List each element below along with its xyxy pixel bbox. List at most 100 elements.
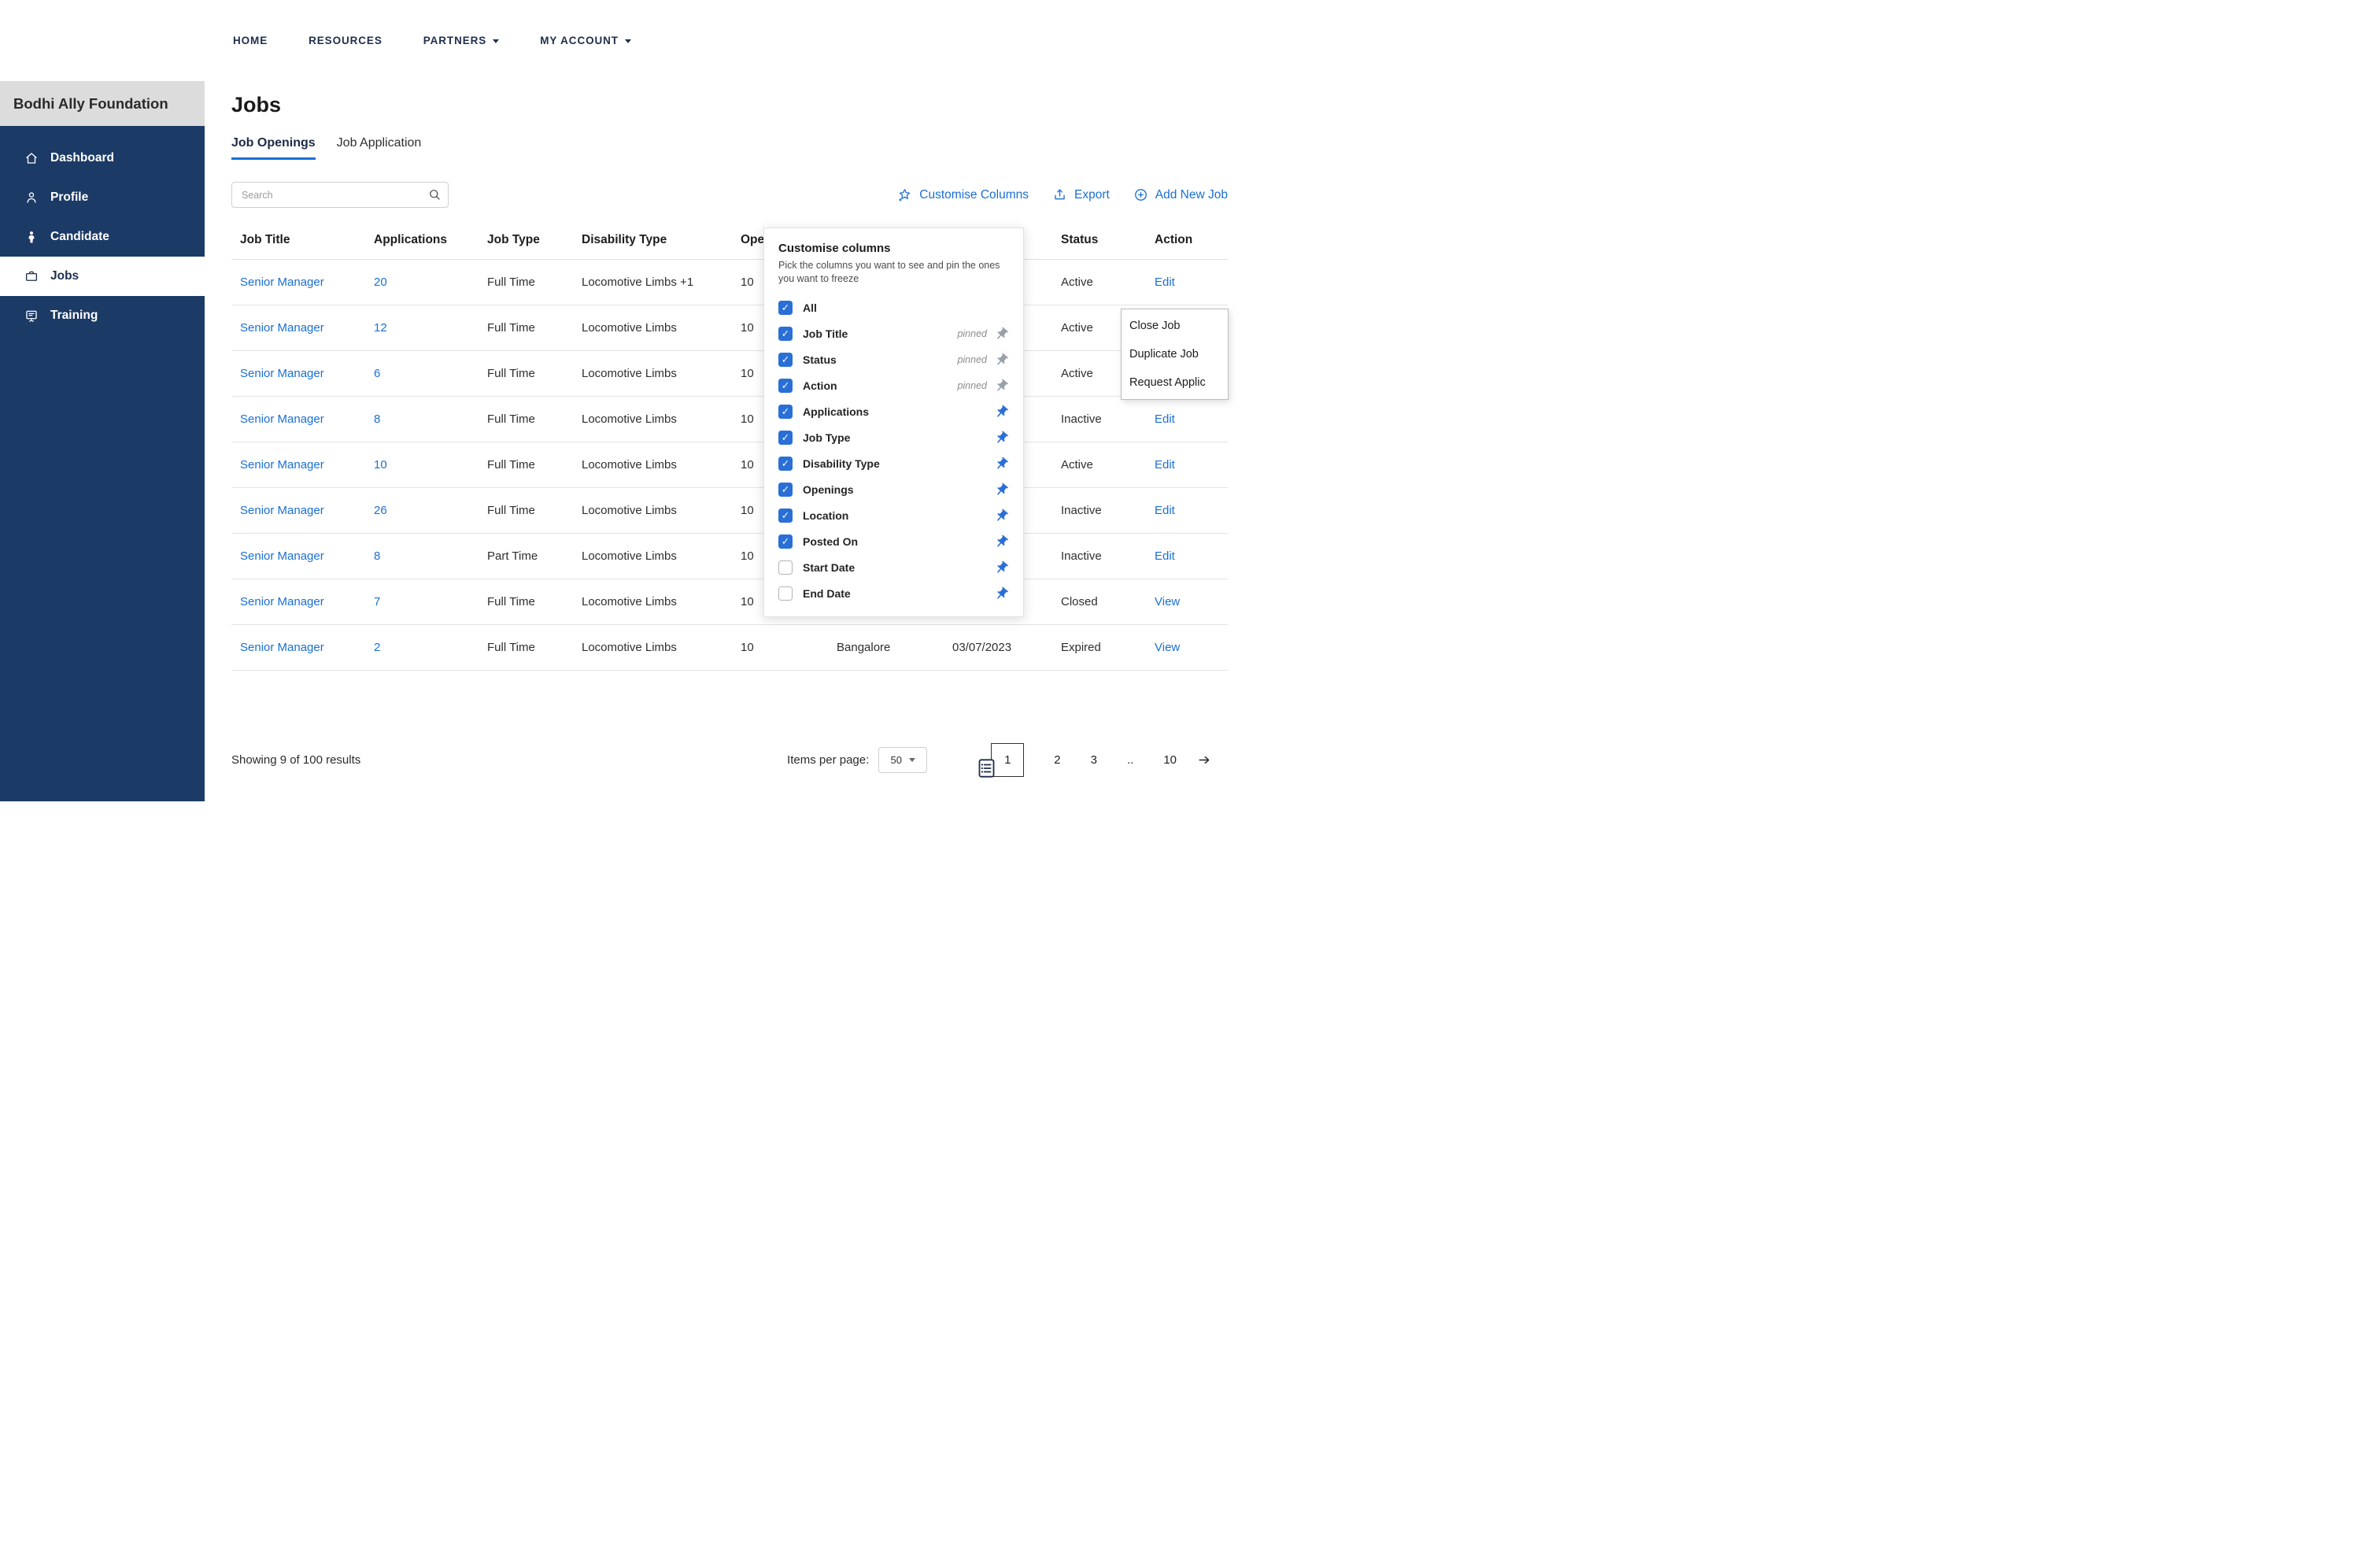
pin-icon[interactable] <box>994 482 1009 497</box>
checkbox[interactable] <box>778 327 793 342</box>
sidebar-item-dashboard[interactable]: Dashboard <box>0 139 205 178</box>
export-button[interactable]: Export <box>1052 187 1110 202</box>
checkbox[interactable] <box>778 483 793 497</box>
column-option-job-type: Job Type <box>778 425 1009 451</box>
pin-icon[interactable] <box>994 326 1009 342</box>
menu-item-close-job[interactable]: Close Job <box>1122 312 1228 340</box>
table-header-row: Job Title Applications Job Type Disabili… <box>231 220 1228 260</box>
pin-icon[interactable] <box>994 560 1009 575</box>
table-row: Senior Manager 8 Part Time Locomotive Li… <box>231 534 1228 579</box>
tabs: Job Openings Job Application <box>231 136 1228 160</box>
row-action-link[interactable]: View <box>1155 595 1180 608</box>
column-option-location: Location <box>778 503 1009 529</box>
pin-icon[interactable] <box>994 352 1009 368</box>
column-option-end-date: End Date <box>778 581 1009 607</box>
sidebar: Dashboard Profile Candidate Jobs Trainin… <box>0 126 205 801</box>
disability-type-cell: Locomotive Limbs <box>582 549 677 563</box>
checkbox[interactable] <box>778 586 793 601</box>
applications-link[interactable]: 26 <box>374 504 387 517</box>
pin-icon[interactable] <box>994 508 1009 523</box>
row-action-link[interactable]: Edit <box>1155 276 1175 289</box>
row-action-link[interactable]: Edit <box>1155 504 1175 517</box>
header-job-type: Job Type <box>487 232 540 246</box>
applications-link[interactable]: 6 <box>374 367 380 380</box>
sidebar-item-jobs[interactable]: Jobs <box>0 257 205 296</box>
nav-home-label: HOME <box>233 35 268 46</box>
checkbox[interactable] <box>778 534 793 549</box>
pin-icon[interactable] <box>994 430 1009 446</box>
job-title-link[interactable]: Senior Manager <box>240 641 324 654</box>
page-ellipsis: .. <box>1126 753 1134 767</box>
page-3-button[interactable]: 3 <box>1091 753 1097 767</box>
next-page-arrow-icon[interactable] <box>1197 753 1212 767</box>
sidebar-item-label: Training <box>50 309 98 322</box>
disability-type-cell: Locomotive Limbs <box>582 412 677 426</box>
job-title-link[interactable]: Senior Manager <box>240 595 324 608</box>
add-new-job-button[interactable]: Add New Job <box>1133 187 1228 202</box>
pin-icon[interactable] <box>994 534 1009 549</box>
checkbox[interactable] <box>778 379 793 394</box>
row-action-link[interactable]: View <box>1155 641 1180 654</box>
column-option-label: Status <box>803 353 837 367</box>
sidebar-item-label: Jobs <box>50 269 79 283</box>
applications-link[interactable]: 8 <box>374 412 380 426</box>
customise-columns-button[interactable]: Customise Columns <box>897 187 1029 202</box>
sidebar-item-training[interactable]: Training <box>0 296 205 335</box>
checkbox[interactable] <box>778 457 793 472</box>
disability-type-cell: Locomotive Limbs <box>582 641 677 654</box>
column-option-disability-type: Disability Type <box>778 451 1009 477</box>
applications-link[interactable]: 20 <box>374 276 387 289</box>
row-action-link[interactable]: Edit <box>1155 412 1175 426</box>
page-10-button[interactable]: 10 <box>1163 753 1177 767</box>
search-input[interactable] <box>231 182 449 208</box>
job-title-link[interactable]: Senior Manager <box>240 549 324 563</box>
column-option-label: All <box>803 301 817 315</box>
applications-link[interactable]: 12 <box>374 321 387 335</box>
job-title-link[interactable]: Senior Manager <box>240 458 324 472</box>
items-per-page-select[interactable]: 50 <box>878 747 928 773</box>
nav-my-account[interactable]: MY ACCOUNT <box>540 35 631 46</box>
checkbox[interactable] <box>778 431 793 446</box>
page-list-icon[interactable] <box>976 757 997 779</box>
pin-icon[interactable] <box>994 404 1009 420</box>
status-cell: Active <box>1061 458 1093 472</box>
job-title-link[interactable]: Senior Manager <box>240 276 324 289</box>
openings-cell: 10 <box>741 641 754 654</box>
disability-type-cell: Locomotive Limbs +1 <box>582 276 694 289</box>
pin-icon[interactable] <box>994 456 1009 472</box>
job-title-link[interactable]: Senior Manager <box>240 367 324 380</box>
checkbox[interactable] <box>778 405 793 420</box>
checkbox[interactable] <box>778 301 793 316</box>
menu-item-duplicate-job[interactable]: Duplicate Job <box>1122 340 1228 368</box>
sidebar-item-profile[interactable]: Profile <box>0 178 205 217</box>
job-type-cell: Part Time <box>487 549 538 563</box>
checkbox[interactable] <box>778 560 793 575</box>
row-action-link[interactable]: Edit <box>1155 458 1175 472</box>
table-footer: Showing 9 of 100 results Items per page:… <box>231 743 1212 779</box>
pin-icon[interactable] <box>994 586 1009 601</box>
nav-resources[interactable]: RESOURCES <box>309 35 382 46</box>
menu-item-request-applications[interactable]: Request Applic <box>1122 368 1228 397</box>
checkbox[interactable] <box>778 353 793 368</box>
nav-partners[interactable]: PARTNERS <box>423 35 500 46</box>
pin-icon[interactable] <box>994 378 1009 394</box>
checkbox[interactable] <box>778 509 793 523</box>
row-action-link[interactable]: Edit <box>1155 549 1175 563</box>
job-title-link[interactable]: Senior Manager <box>240 412 324 426</box>
nav-home[interactable]: HOME <box>233 35 268 46</box>
applications-link[interactable]: 2 <box>374 641 380 654</box>
job-title-link[interactable]: Senior Manager <box>240 504 324 517</box>
candidate-icon <box>28 231 35 243</box>
table-row: Senior Manager 10 Full Time Locomotive L… <box>231 442 1228 488</box>
disability-type-cell: Locomotive Limbs <box>582 321 677 335</box>
page-2-button[interactable]: 2 <box>1054 753 1060 767</box>
applications-link[interactable]: 10 <box>374 458 387 472</box>
tab-job-openings[interactable]: Job Openings <box>231 136 316 160</box>
header-applications: Applications <box>374 232 448 246</box>
tab-job-application[interactable]: Job Application <box>337 136 422 160</box>
person-icon <box>27 192 36 203</box>
sidebar-item-candidate[interactable]: Candidate <box>0 217 205 257</box>
applications-link[interactable]: 7 <box>374 595 380 608</box>
job-title-link[interactable]: Senior Manager <box>240 321 324 335</box>
applications-link[interactable]: 8 <box>374 549 380 563</box>
